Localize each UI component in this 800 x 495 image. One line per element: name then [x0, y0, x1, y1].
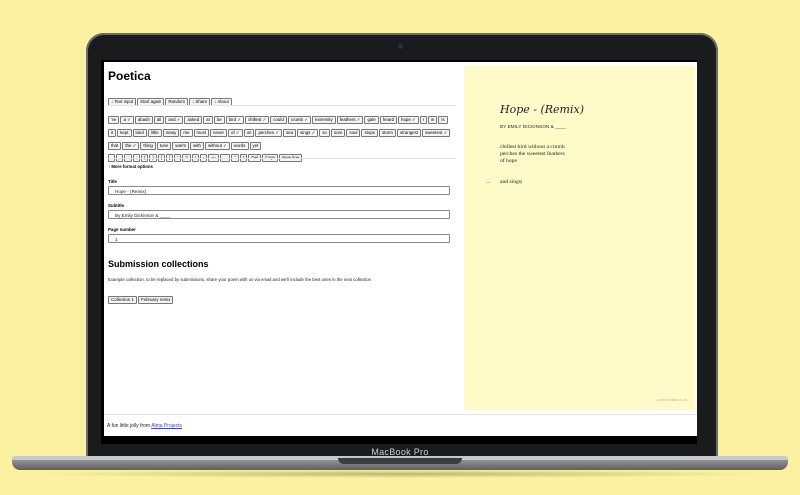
word-chip[interactable]: land [132, 129, 147, 137]
page-number-label: Page number [108, 227, 136, 232]
collections-buttons: Collection 1 February remix [108, 288, 174, 306]
page-number-input[interactable]: 1 [108, 234, 450, 243]
app-title: Poetica [108, 69, 151, 83]
collections-description: Example collection, to be replaced by su… [108, 277, 372, 282]
word-chip[interactable]: soul [346, 129, 361, 137]
word-chip[interactable]: heard [379, 116, 398, 124]
footer-text: A fun little jolly from Alma Projects [107, 423, 182, 429]
word-chip[interactable]: must [193, 129, 210, 137]
word-chip[interactable]: I [419, 116, 427, 124]
collection-1-button[interactable]: Collection 1 [108, 296, 137, 304]
preview-credit: poetica.fdlab.co.uk [657, 398, 687, 402]
alma-projects-link[interactable]: Alma Projects [151, 423, 182, 429]
word-chip[interactable]: asked [184, 116, 203, 124]
word-chip[interactable]: gale [364, 116, 379, 124]
word-chip[interactable]: 've [108, 116, 120, 124]
word-chip[interactable]: in [427, 116, 438, 124]
title-input[interactable]: Hope - (Remix) [108, 186, 450, 195]
punctuation-bank: .,:;()[]'?!-—…"*DelCapsNew line [108, 146, 453, 164]
app-screen: Poetica ↓ Text input Start again Random ↓ S… [104, 62, 697, 436]
word-chip[interactable]: a ✓ [120, 116, 134, 124]
word-chip[interactable]: sore [330, 129, 346, 137]
word-chip[interactable]: many [162, 129, 180, 137]
word-chip[interactable]: of ✓ [228, 129, 243, 137]
word-chip[interactable]: perches ✓ [255, 129, 282, 137]
word-chip[interactable]: could [270, 116, 287, 124]
poem-preview: Hope - (Remix) BY EMILY DICKINSON & ____… [464, 66, 695, 410]
subtitle-label: Subtitle [108, 203, 125, 208]
february-remix-button[interactable]: February remix [137, 296, 174, 304]
word-chip[interactable]: on [243, 129, 255, 137]
word-chip[interactable]: so [319, 129, 330, 137]
word-chip[interactable]: strangest [396, 129, 422, 137]
word-chip[interactable]: never [210, 129, 227, 137]
word-chip[interactable]: bird ✓ [225, 116, 244, 124]
preview-lines: chillest bird without a crumb perches th… [500, 144, 565, 166]
laptop-shadow [30, 470, 770, 478]
word-chip[interactable]: it [108, 129, 117, 137]
preview-title: Hope - (Remix) [500, 103, 585, 116]
word-chip[interactable]: all [153, 116, 165, 124]
gap-marker: ... [486, 179, 491, 185]
collections-heading: Submission collections [108, 259, 209, 269]
title-label: Title [108, 179, 117, 184]
word-chip[interactable]: little [147, 129, 162, 137]
preview-subtitle: BY EMILY DICKINSON & ____ [500, 124, 566, 129]
word-chip[interactable]: hope ✓ [398, 116, 419, 124]
word-chip[interactable]: feathers ✓ [336, 116, 364, 124]
page-footer: A fun little jolly from Alma Projects [104, 414, 697, 436]
more-format-options-link[interactable]: ↑ More format options [108, 164, 153, 169]
word-chip[interactable]: chillest ✓ [244, 116, 270, 124]
poem-line: of hope [500, 158, 517, 165]
editor-panel: Poetica ↓ Text input Start again Random ↓ S… [104, 62, 462, 414]
word-chip[interactable]: sweetest ✓ [422, 129, 451, 137]
word-chip[interactable]: sings ✓ [297, 129, 319, 137]
word-chip[interactable]: crumb ✓ [287, 116, 311, 124]
divider [108, 105, 456, 106]
word-chip[interactable]: stops [361, 129, 378, 137]
footer-prefix: A fun little jolly from [107, 423, 152, 429]
laptop-notch [338, 458, 462, 464]
divider [108, 158, 456, 159]
word-chip[interactable]: storm [378, 129, 396, 137]
word-chip[interactable]: kept [117, 129, 132, 137]
word-chip[interactable]: be [213, 116, 225, 124]
word-chip[interactable]: is [438, 116, 448, 124]
word-chip[interactable]: sea [282, 129, 297, 137]
word-chip[interactable]: at [203, 116, 213, 124]
word-chip[interactable]: extremity [311, 116, 336, 124]
camera [398, 44, 403, 49]
word-chip[interactable]: and ✓ [165, 116, 184, 124]
word-chip[interactable]: me [180, 129, 193, 137]
poem-line-cursor: and sings| [500, 179, 523, 185]
word-chip[interactable]: abash [134, 116, 153, 124]
subtitle-input[interactable]: By Emily Dickinson & ____ [108, 210, 450, 219]
